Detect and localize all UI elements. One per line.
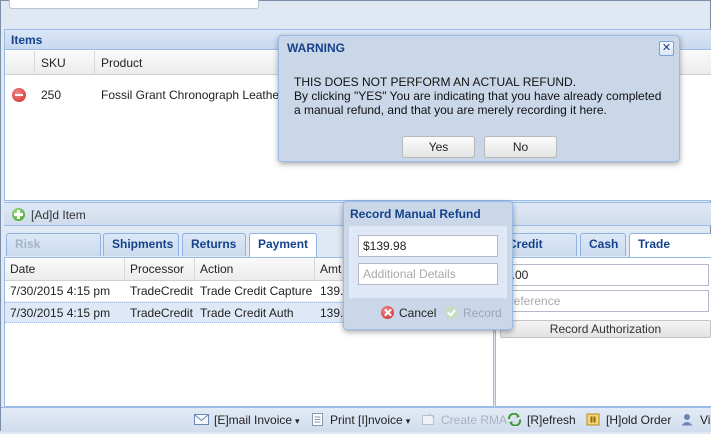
email-invoice-button[interactable]: [E]mail Invoice ▾ — [194, 408, 300, 433]
trade-credit-panel: 0.00 Reference Record Authorization — [495, 257, 711, 407]
warning-title: WARNING — [287, 41, 345, 55]
record-authorization-button[interactable]: Record Authorization — [500, 320, 711, 338]
refresh-icon — [508, 413, 522, 426]
pay-date: 7/30/2015 4:15 pm — [10, 284, 111, 298]
view-label: Vie — [700, 413, 711, 427]
tab-returns[interactable]: Returns — [182, 233, 246, 256]
warning-message: THIS DOES NOT PERFORM AN ACTUAL REFUND. … — [294, 75, 674, 117]
pay-date: 7/30/2015 4:15 pm — [10, 306, 111, 320]
refund-form: $139.98 Additional Details — [349, 226, 507, 298]
pay-col-date[interactable]: Date — [5, 258, 125, 281]
yes-button[interactable]: Yes — [402, 136, 475, 158]
no-button[interactable]: No — [484, 136, 557, 158]
email-invoice-label: [E]mail Invoice — [214, 413, 293, 427]
pay-processor: TradeCredit — [130, 306, 193, 320]
pay-col-action[interactable]: Action — [195, 258, 315, 281]
refresh-button[interactable]: [R]efresh — [507, 408, 576, 433]
record-label: Record — [463, 306, 502, 320]
warning-line-2: By clicking "YES" You are indicating tha… — [294, 89, 662, 103]
chevron-down-icon: ▾ — [295, 416, 300, 426]
document-icon — [312, 413, 323, 426]
cancel-label: Cancel — [399, 306, 437, 320]
remove-item-icon[interactable] — [12, 88, 26, 102]
refund-dialog-footer: Cancel Record — [344, 299, 512, 327]
hold-order-button[interactable]: [H]old Order — [586, 408, 671, 433]
tab-cash[interactable]: Cash — [580, 233, 626, 256]
pay-action: Trade Credit Auth — [200, 306, 294, 320]
add-item-button[interactable]: [Ad]d Item — [31, 203, 86, 227]
chevron-down-icon: ▾ — [405, 416, 411, 426]
items-col-blank — [5, 51, 35, 75]
cancel-icon — [381, 306, 394, 319]
warning-line-1: THIS DOES NOT PERFORM AN ACTUAL REFUND. — [294, 75, 577, 89]
item-sku: 250 — [41, 88, 62, 102]
print-invoice-button[interactable]: Print [I]nvoice ▾ — [310, 408, 410, 433]
tab-shipments[interactable]: Shipments — [103, 233, 179, 256]
pay-action: Trade Credit Capture — [200, 284, 313, 298]
refund-amount-field[interactable]: $139.98 — [358, 235, 498, 257]
bottom-toolbar: [E]mail Invoice ▾ Print [I]nvoice ▾ Create… — [1, 407, 711, 432]
view-button[interactable]: Vie — [680, 408, 711, 433]
refresh-label: [R]efresh — [527, 413, 576, 427]
amount-field[interactable]: 0.00 — [500, 264, 709, 286]
envelope-icon — [194, 414, 209, 425]
hold-icon — [586, 413, 600, 426]
pay-col-processor[interactable]: Processor — [125, 258, 195, 281]
app-window: Items SKU Product 250 Fossil Grant Chron… — [0, 0, 711, 432]
tab-trade-credit[interactable]: Trade Credit — [629, 233, 711, 272]
hold-order-label: [H]old Order — [606, 413, 672, 427]
check-icon — [445, 306, 458, 319]
tab-payment[interactable]: Payment — [249, 233, 317, 257]
tab-risk-analysis[interactable]: Risk Analysis — [6, 233, 101, 272]
additional-details-field[interactable]: Additional Details — [358, 263, 498, 285]
right-tab-strip: Credit Card Cash Trade Credit — [495, 233, 711, 272]
print-invoice-label: Print [I]nvoice — [330, 413, 403, 427]
reference-field[interactable]: Reference — [500, 290, 709, 312]
item-product: Fossil Grant Chronograph Leather Watch — [101, 88, 301, 102]
warning-line-3: a manual refund, and that you are merely… — [294, 103, 607, 117]
refund-dialog-title: Record Manual Refund — [350, 207, 481, 221]
record-manual-refund-dialog: Record Manual Refund $139.98 Additional … — [343, 201, 513, 330]
rma-icon — [422, 413, 435, 425]
record-button[interactable]: Record — [445, 303, 502, 323]
cancel-button[interactable]: Cancel — [381, 303, 436, 323]
create-rma-label: Create RMA — [441, 413, 508, 427]
items-col-sku[interactable]: SKU — [35, 51, 95, 75]
pay-processor: TradeCredit — [130, 284, 193, 298]
person-icon — [681, 414, 693, 426]
close-icon[interactable]: ✕ — [659, 41, 674, 56]
top-input-remnant[interactable] — [9, 0, 259, 9]
add-icon[interactable] — [12, 208, 25, 221]
warning-dialog: WARNING ✕ THIS DOES NOT PERFORM AN ACTUA… — [278, 35, 680, 162]
create-rma-button[interactable]: Create RMA — [421, 408, 507, 433]
